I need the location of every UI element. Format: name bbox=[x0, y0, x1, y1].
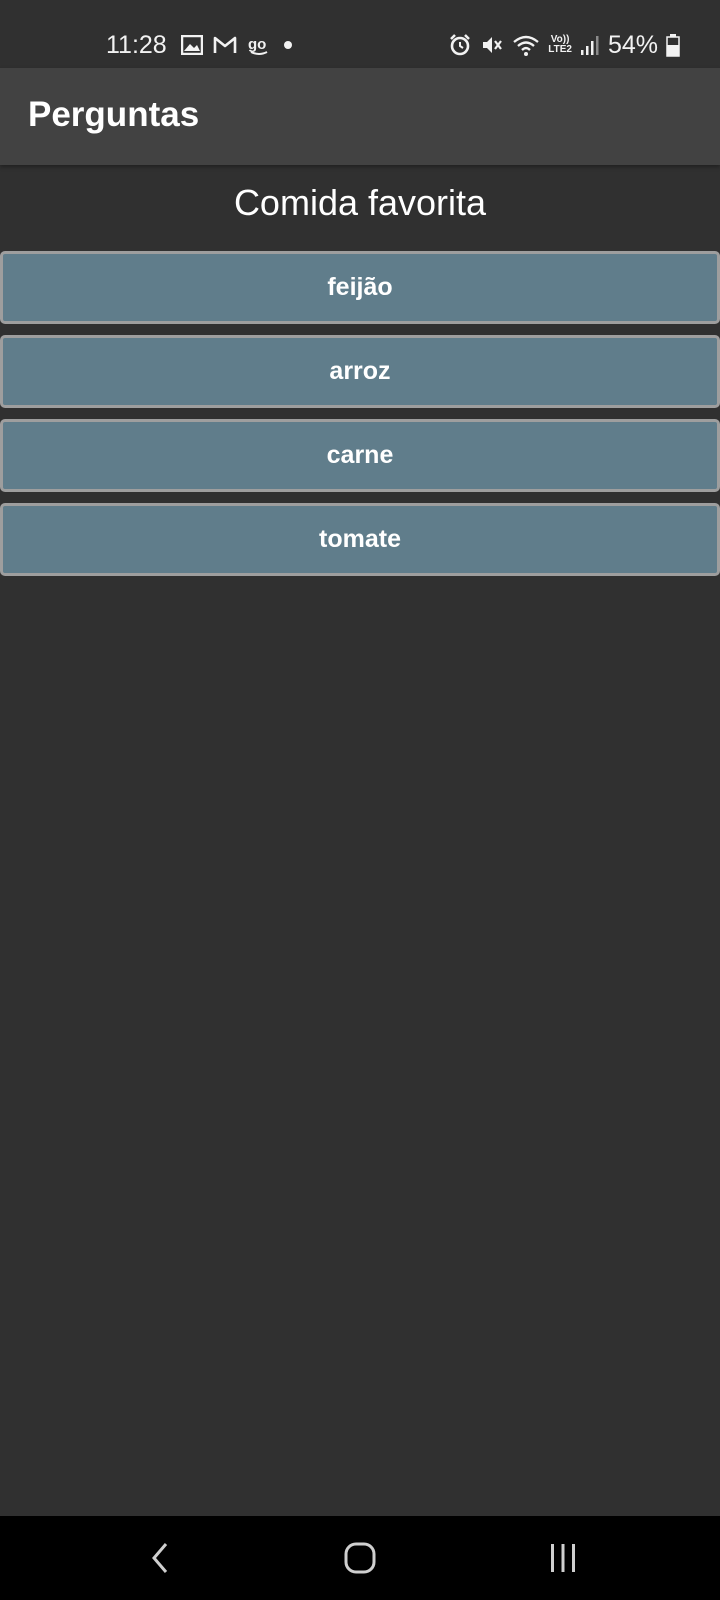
answer-button-tomate[interactable]: tomate bbox=[0, 503, 720, 576]
alarm-icon bbox=[448, 33, 472, 57]
status-time: 11:28 bbox=[106, 30, 167, 59]
recent-apps-button[interactable] bbox=[533, 1536, 593, 1580]
battery-percent: 54% bbox=[607, 30, 658, 59]
signal-icon bbox=[580, 34, 600, 56]
status-left: 11:28 go bbox=[106, 28, 295, 62]
status-bar: 11:28 go Vo)) LTE2 54% bbox=[0, 0, 720, 68]
app-bar: Perguntas bbox=[0, 68, 720, 165]
answer-button-feijao[interactable]: feijão bbox=[0, 251, 720, 324]
battery-icon bbox=[666, 33, 680, 57]
go-app-icon: go bbox=[247, 34, 271, 56]
volte-lte2-icon: Vo)) LTE2 bbox=[548, 35, 572, 55]
gmail-icon bbox=[213, 35, 237, 55]
home-button[interactable] bbox=[330, 1536, 390, 1580]
gallery-icon bbox=[180, 35, 203, 55]
recent-apps-icon bbox=[548, 1542, 578, 1574]
answers-list: feijão arroz carne tomate bbox=[0, 251, 720, 587]
lte-label: LTE2 bbox=[548, 44, 572, 55]
answer-button-arroz[interactable]: arroz bbox=[0, 335, 720, 408]
back-button[interactable] bbox=[130, 1536, 190, 1580]
mute-vibrate-icon bbox=[480, 33, 504, 57]
navigation-bar bbox=[0, 1516, 720, 1600]
app-title: Perguntas bbox=[28, 95, 200, 134]
question-text: Comida favorita bbox=[233, 182, 487, 223]
svg-text:go: go bbox=[248, 36, 266, 53]
back-icon bbox=[148, 1541, 172, 1575]
home-icon bbox=[343, 1541, 377, 1575]
answer-button-carne[interactable]: carne bbox=[0, 419, 720, 492]
dot-icon bbox=[281, 38, 295, 52]
wifi-icon bbox=[512, 33, 540, 57]
status-right: Vo)) LTE2 54% bbox=[448, 28, 680, 62]
